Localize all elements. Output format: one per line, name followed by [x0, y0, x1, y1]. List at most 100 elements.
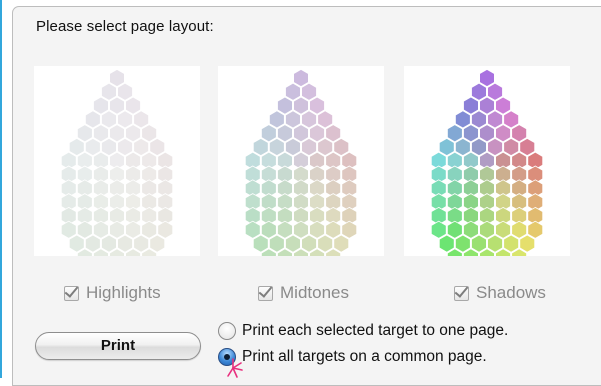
- highlights-checkbox[interactable]: Highlights: [64, 280, 161, 306]
- swatch-hex-cell: [479, 220, 495, 239]
- checkbox-check-icon: [64, 285, 79, 301]
- swatch-hex-cell: [133, 137, 149, 157]
- swatch-hex-cell: [285, 137, 301, 157]
- swatch-hex-cell: [117, 110, 133, 129]
- swatch-hex-cell: [277, 124, 293, 143]
- swatch-hex-cell: [309, 124, 325, 143]
- swatch-hex-cell: [141, 124, 157, 143]
- swatch-hex-cell: [269, 234, 285, 253]
- swatch-hex-cell: [149, 234, 166, 253]
- swatch-hex-cell: [149, 137, 166, 157]
- swatch-hex-cell: [109, 68, 125, 88]
- swatch-hex-cell: [244, 220, 261, 239]
- swatch-hex-cell: [125, 96, 141, 115]
- highlights-swatch: [34, 66, 200, 256]
- swatch-hex-cell: [301, 234, 317, 253]
- midtones-checkbox-label: Midtones: [280, 283, 349, 302]
- swatch-hex-cell: [463, 220, 479, 239]
- swatch-hex-cell: [438, 137, 455, 157]
- swatch-hex-cell: [317, 110, 333, 129]
- midtones-hex-swatch-icon: [244, 68, 358, 256]
- swatch-hex-cell: [93, 220, 109, 239]
- shadows-swatch: [404, 66, 570, 256]
- swatch-hex-cell: [511, 220, 527, 239]
- swatch-hex-cell: [317, 137, 333, 157]
- swatch-hex-cell: [309, 220, 325, 239]
- swatch-hex-cell: [277, 220, 293, 239]
- swatch-hex-cell: [261, 220, 277, 239]
- swatch-hex-cell: [125, 220, 141, 239]
- print-button[interactable]: Print: [35, 332, 201, 360]
- shadows-checkbox[interactable]: Shadows: [454, 280, 546, 306]
- highlights-checkbox-label: Highlights: [86, 283, 161, 302]
- swatch-hex-cell: [77, 124, 93, 143]
- window-edge-left: [0, 0, 2, 378]
- swatch-hex-cell: [455, 110, 471, 129]
- swatch-hex-cell: [479, 124, 495, 143]
- swatch-hex-cell: [309, 96, 325, 115]
- swatch-hex-cell: [117, 82, 133, 101]
- swatch-hex-cell: [157, 220, 174, 239]
- swatch-hex-cell: [109, 124, 125, 143]
- swatch-hex-cell: [317, 234, 333, 253]
- swatch-hex-cell: [487, 137, 503, 157]
- checkbox-check-icon: [258, 285, 273, 301]
- swatch-hex-cell: [285, 110, 301, 129]
- shadows-checkbox-label: Shadows: [476, 283, 546, 302]
- swatch-hex-cell: [68, 137, 85, 157]
- swatch-hex-cell: [495, 96, 511, 115]
- swatch-hex-cell: [463, 124, 479, 143]
- swatch-hex-cell: [519, 234, 536, 253]
- swatch-hex-cell: [109, 96, 125, 115]
- radio-print-each-target[interactable]: Print each selected target to one page.: [218, 320, 508, 342]
- swatch-hex-cell: [301, 82, 317, 101]
- swatch-hex-cell: [495, 124, 511, 143]
- swatch-hex-cell: [109, 220, 125, 239]
- swatch-hex-cell: [447, 124, 463, 143]
- swatch-hex-cell: [511, 124, 527, 143]
- swatch-hex-cell: [93, 96, 109, 115]
- swatch-hex-cell: [447, 220, 463, 239]
- swatch-hex-cell: [293, 68, 309, 88]
- swatch-hex-cell: [285, 82, 301, 101]
- swatch-hex-cell: [133, 234, 149, 253]
- swatch-hex-cell: [503, 234, 519, 253]
- swatch-hex-cell: [471, 137, 487, 157]
- swatch-hex-cell: [301, 137, 317, 157]
- swatch-hex-cell: [141, 220, 157, 239]
- swatch-hex-cell: [455, 234, 471, 253]
- swatch-hex-cell: [85, 234, 101, 253]
- swatch-hex-cell: [438, 234, 455, 253]
- swatch-hex-cell: [333, 137, 350, 157]
- swatch-hex-cell: [333, 234, 350, 253]
- swatch-hex-cell: [101, 137, 117, 157]
- highlights-hex-swatch-icon: [60, 68, 174, 256]
- swatch-hex-cell: [85, 110, 101, 129]
- swatch-hex-cell: [503, 137, 519, 157]
- page-layout-prompt: Please select page layout:: [36, 18, 214, 35]
- swatch-hex-cell: [101, 234, 117, 253]
- swatch-hex-cell: [77, 220, 93, 239]
- midtones-checkbox[interactable]: Midtones: [258, 280, 349, 306]
- swatch-hex-cell: [487, 110, 503, 129]
- swatch-hex-cell: [85, 137, 101, 157]
- swatch-hex-cell: [527, 220, 544, 239]
- radio-print-common-label: Print all targets on a common page.: [242, 348, 487, 365]
- swatch-hex-cell: [479, 96, 495, 115]
- swatch-hex-cell: [471, 82, 487, 101]
- swatch-hex-cell: [519, 137, 536, 157]
- swatch-hex-cell: [101, 110, 117, 129]
- swatch-hex-cell: [93, 124, 109, 143]
- radio-print-each-label: Print each selected target to one page.: [242, 322, 509, 339]
- radio-print-common-page[interactable]: Print all targets on a common page.: [218, 346, 487, 368]
- midtones-swatch: [218, 66, 384, 256]
- swatch-hex-cell: [325, 220, 341, 239]
- swatch-hex-cell: [68, 234, 85, 253]
- swatch-hex-cell: [101, 82, 117, 101]
- swatch-hex-cell: [60, 220, 77, 239]
- swatch-hex-cell: [285, 234, 301, 253]
- swatch-hex-cell: [301, 110, 317, 129]
- swatch-hex-cell: [293, 124, 309, 143]
- swatch-hex-cell: [252, 234, 269, 253]
- swatch-hex-cell: [471, 110, 487, 129]
